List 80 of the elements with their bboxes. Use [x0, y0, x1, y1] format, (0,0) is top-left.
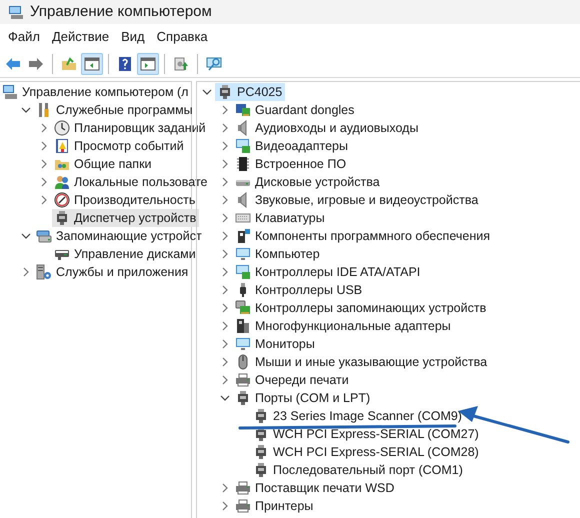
port-icon — [253, 462, 269, 478]
collapse-icon[interactable] — [21, 107, 31, 113]
storage-icon — [36, 228, 52, 244]
computer-icon — [2, 84, 18, 100]
menu-item[interactable]: Справка — [150, 26, 214, 48]
server-icon — [36, 264, 52, 280]
action-pane-icon — [140, 56, 156, 72]
tree-item[interactable]: Общие папки — [52, 155, 155, 173]
export-icon — [173, 56, 189, 72]
monitor-icon — [235, 246, 251, 262]
tree-item[interactable]: Звуковые, игровые и видеоустройства — [233, 191, 482, 209]
tree-item[interactable]: Контроллеры USB — [233, 281, 366, 299]
port-icon — [54, 210, 70, 226]
tree-item[interactable]: PC4025 — [215, 83, 286, 101]
menu-item[interactable]: Действие — [46, 26, 116, 48]
tree-item[interactable]: WCH PCI Express-SERIAL (COM27) — [251, 425, 482, 443]
toolbar-button[interactable] — [81, 52, 103, 74]
tree-item[interactable]: Локальные пользовате — [52, 173, 210, 191]
card-icon — [235, 102, 251, 118]
monitor-card-icon — [235, 264, 251, 280]
monitor-icon — [235, 336, 251, 352]
tree-item[interactable]: Видеоадаптеры — [233, 137, 351, 155]
tree-item[interactable]: Производительность — [52, 191, 198, 209]
tree-item[interactable]: Многофункциональные адаптеры — [233, 317, 454, 335]
tree-pane-icon — [84, 56, 100, 72]
tree-item[interactable]: Просмотр событий — [52, 137, 187, 155]
expand-icon[interactable] — [23, 267, 29, 277]
tree-item[interactable]: Мыши и иные указывающие устройства — [233, 353, 490, 371]
port-icon — [253, 408, 269, 424]
port-icon — [253, 444, 269, 460]
adapter-icon — [235, 318, 251, 334]
users-icon — [54, 174, 70, 190]
tree-item[interactable]: Аудиовходы и аудиовыходы — [233, 119, 422, 137]
back-icon — [5, 56, 21, 72]
port-icon — [235, 390, 251, 406]
tree-item[interactable]: Диспетчер устройств — [52, 209, 200, 227]
tree-item[interactable]: 23 Series Image Scanner (COM9) — [251, 407, 465, 425]
chip-icon — [235, 156, 251, 172]
log-icon — [54, 138, 70, 154]
folder-up-icon — [61, 56, 77, 72]
tree-item[interactable]: Компоненты программного обеспечения — [233, 227, 493, 245]
tree-item[interactable]: Последовательный порт (COM1) — [251, 461, 466, 479]
collapse-icon[interactable] — [202, 89, 212, 95]
clock-icon — [54, 120, 70, 136]
tree-item[interactable]: Дисковые устройства — [233, 173, 383, 191]
tree-item[interactable]: Управление компьютером (л — [0, 83, 192, 101]
printer-icon — [235, 372, 251, 388]
computer-icon — [8, 4, 24, 20]
tree-item[interactable]: Управление дисками — [52, 245, 199, 263]
tree-item[interactable]: Службы и приложения — [34, 263, 192, 281]
window-title: Управление компьютером — [30, 2, 212, 22]
tree-item[interactable]: Контроллеры IDE ATA/ATAPI — [233, 263, 424, 281]
printer-icon — [235, 480, 251, 496]
tree-item[interactable]: Поставщик печати WSD — [233, 479, 398, 497]
tree-item[interactable]: Принтеры — [233, 497, 316, 515]
toolbar-button[interactable] — [137, 52, 159, 74]
tree-item[interactable]: WCH PCI Express-SERIAL (COM28) — [251, 443, 482, 461]
tree-item[interactable]: Guardant dongles — [233, 101, 358, 119]
collapse-icon[interactable] — [21, 233, 31, 239]
component-icon — [235, 228, 251, 244]
tree-item[interactable]: Компьютер — [233, 245, 323, 263]
tree-item[interactable]: Очереди печати — [233, 371, 352, 389]
tree-item[interactable]: Клавиатуры — [233, 209, 328, 227]
menu-item[interactable]: Вид — [115, 26, 151, 48]
tree-item[interactable]: Мониторы — [233, 335, 318, 353]
port-icon — [217, 84, 233, 100]
card-icon — [235, 300, 251, 316]
tree-item[interactable]: Планировщик заданий — [52, 119, 209, 137]
monitor-search-icon — [206, 56, 222, 72]
help-icon — [117, 56, 133, 72]
tree-item[interactable]: Контроллеры запоминающих устройств — [233, 299, 490, 317]
menu-item[interactable]: Файл — [2, 26, 46, 48]
tree-item[interactable]: Встроенное ПО — [233, 155, 350, 173]
forward-icon — [28, 56, 44, 72]
tree-item[interactable]: Запоминающие устройст — [34, 227, 205, 245]
monitor-card-icon — [235, 138, 251, 154]
printer-icon — [235, 498, 251, 514]
tree-item[interactable]: Служебные программы — [34, 101, 196, 119]
collapse-icon[interactable] — [220, 395, 230, 401]
tree-item[interactable]: Порты (COM и LPT) — [233, 389, 374, 407]
